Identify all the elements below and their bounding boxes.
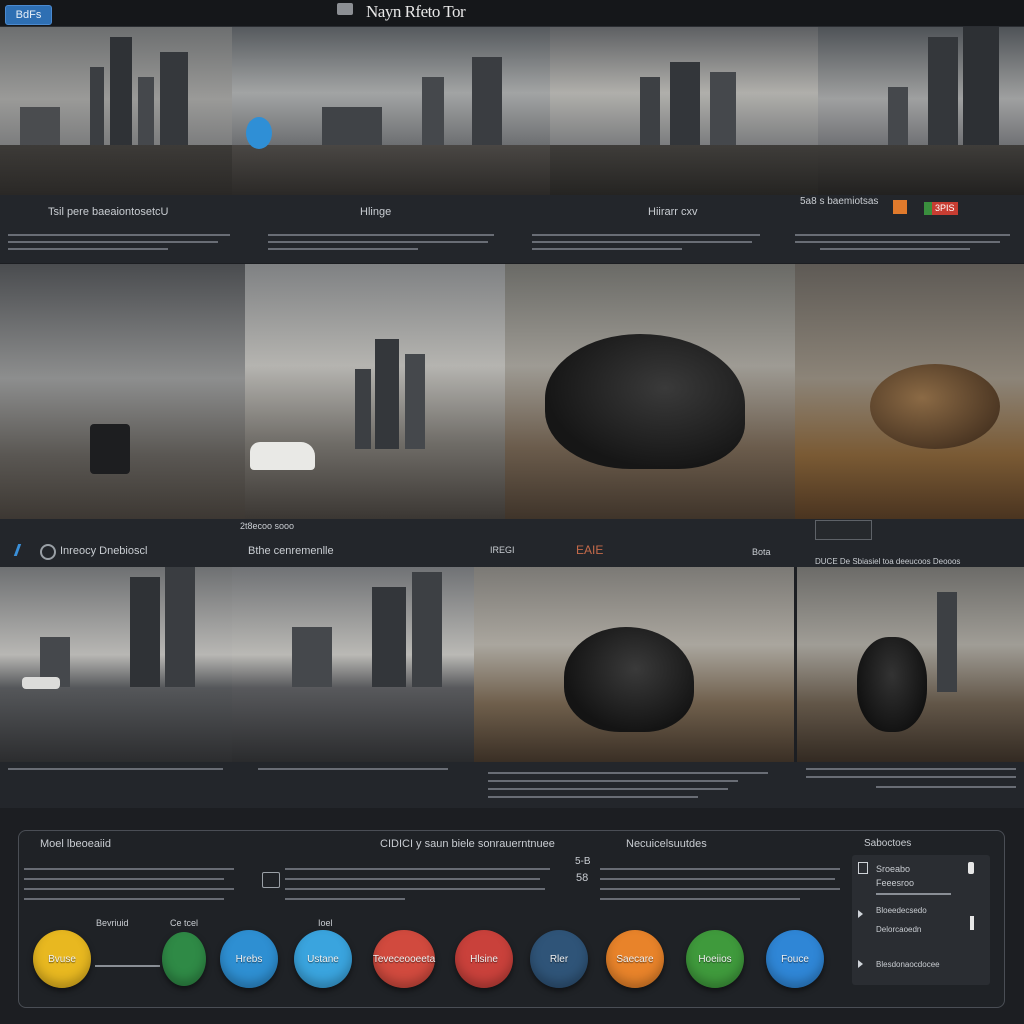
street-image-1[interactable] [0, 264, 245, 519]
pill-button-3[interactable]: Hrebs [220, 930, 278, 988]
row3-text-line [806, 768, 1016, 770]
panel-text-line [285, 878, 540, 880]
panel-header-right: Necuicelsuutdes [626, 838, 707, 850]
row1-text-line [8, 248, 168, 250]
side-checkbox-icon[interactable] [858, 862, 868, 874]
app-title: Nayn Rfeto Tor [366, 2, 466, 21]
panel-text-line [600, 868, 840, 870]
panel-text-line [600, 878, 835, 880]
top-left-button[interactable]: BdFs [5, 5, 52, 25]
row2-caption-1: Inreocy Dnebioscl [60, 545, 148, 557]
row1-text-line [268, 241, 488, 243]
pill-button-6[interactable]: Hlsine [455, 930, 513, 988]
panel-text-line [285, 868, 550, 870]
side-item-2[interactable]: Feeesroo [876, 878, 914, 888]
row1-text-line [8, 241, 218, 243]
side-toggle-icon-2[interactable] [970, 916, 974, 930]
pill-button-7[interactable]: Rler [530, 930, 588, 988]
panel-folder-icon [262, 872, 280, 888]
pill-button-2[interactable] [162, 932, 206, 986]
pill-button-4[interactable]: Ustane [294, 930, 352, 988]
panel-header-far: Saboctoes [864, 838, 912, 849]
panel-text-line [24, 898, 224, 900]
row1-text-line [795, 241, 1000, 243]
animal-image-4[interactable] [797, 567, 1024, 762]
row2-caption-3: IREGI [490, 545, 515, 555]
side-item-4[interactable]: Delorcaoedn [876, 925, 921, 934]
side-slider[interactable] [876, 893, 951, 895]
row1-text-line [268, 248, 418, 250]
panel-header-mid: CIDICI y saun biele sonrauerntnuee [380, 838, 555, 850]
street-image-2[interactable] [245, 264, 505, 519]
row2-right-caption: DUCE De Sbiasiel toa deeucoos Deooos [815, 557, 961, 566]
row1-text-line [820, 248, 970, 250]
pill-button-9[interactable]: Hoeiios [686, 930, 744, 988]
mini-label-a: Bevriuid [96, 918, 129, 928]
row2-caption-2: Bthe cenremenlle [248, 545, 334, 557]
animal-image-1[interactable] [505, 264, 795, 519]
panel-slider[interactable] [95, 965, 160, 967]
row2-caption-5: Bota [752, 547, 771, 557]
pill-button-10[interactable]: Fouce [766, 930, 824, 988]
row3-text-line [876, 786, 1016, 788]
side-item-3[interactable]: Bloeedecsedo [876, 906, 927, 915]
panel-header-left: Moel lbeoeaiid [40, 838, 111, 850]
row3-text-line [488, 788, 728, 790]
row1-text-line [532, 241, 752, 243]
row3-text-line [258, 768, 448, 770]
row2-caption-4: EAIE [576, 543, 604, 557]
mini-label-c: Ioel [318, 918, 333, 928]
city-image-6[interactable] [232, 567, 474, 762]
panel-text-line [24, 868, 234, 870]
side-arrow-icon[interactable] [858, 910, 863, 918]
row1-caption-2: Hlinge [360, 206, 392, 218]
row1-text-line [8, 234, 230, 236]
side-arrow-icon-2[interactable] [858, 960, 863, 968]
panel-num-b: 58 [576, 872, 589, 884]
city-image-4[interactable] [818, 27, 1024, 195]
side-item-1[interactable]: Sroeabo [876, 864, 910, 874]
row2-small-label: 2t8ecoo sooo [240, 521, 295, 531]
animal-image-2[interactable] [795, 264, 1024, 519]
row3-text-line [488, 796, 698, 798]
row3-text-line [488, 772, 768, 774]
row1-text-line [532, 234, 760, 236]
row1-text-line [532, 248, 682, 250]
side-item-5[interactable]: Blesdonaocdocee [876, 960, 940, 969]
row1-caption-1: Tsil pere baeaiontosetcU [48, 206, 169, 218]
panel-text-line [600, 888, 840, 890]
row1-text-line [795, 234, 1010, 236]
circle-icon[interactable] [40, 544, 56, 560]
row1-caption-3: Hiirarr cxv [648, 206, 698, 218]
top-bar: BdFs Nayn Rfeto Tor [0, 0, 1024, 27]
panel-text-line [285, 888, 545, 890]
status-badge: 3PIS [924, 202, 958, 215]
panel-text-line [24, 878, 224, 880]
panel-text-line [285, 898, 405, 900]
panel-num-a: 5-B [575, 856, 591, 867]
pill-button-1[interactable]: Bvuse [33, 930, 91, 988]
row3-text-line [488, 780, 738, 782]
city-image-3[interactable] [550, 27, 818, 195]
row1-text-line [268, 234, 494, 236]
orange-square-icon[interactable] [893, 200, 907, 214]
animal-image-3[interactable] [474, 567, 794, 762]
mini-label-b: Ce tcel [170, 918, 199, 928]
row2-right-tag [815, 520, 872, 540]
row1-caption-4: 5a8 s baemiotsas [800, 196, 879, 207]
pill-button-5[interactable]: Teveceooeeta [373, 930, 435, 988]
panel-text-line [600, 898, 800, 900]
row3-text-line [8, 768, 223, 770]
pill-button-8[interactable]: Saecare [606, 930, 664, 988]
window-icon [337, 3, 353, 15]
city-image-1[interactable] [0, 27, 232, 195]
city-image-5[interactable] [0, 567, 232, 762]
row3-text-line [806, 776, 1016, 778]
side-toggle-icon[interactable] [968, 862, 974, 874]
city-image-2[interactable] [232, 27, 550, 195]
panel-text-line [24, 888, 234, 890]
